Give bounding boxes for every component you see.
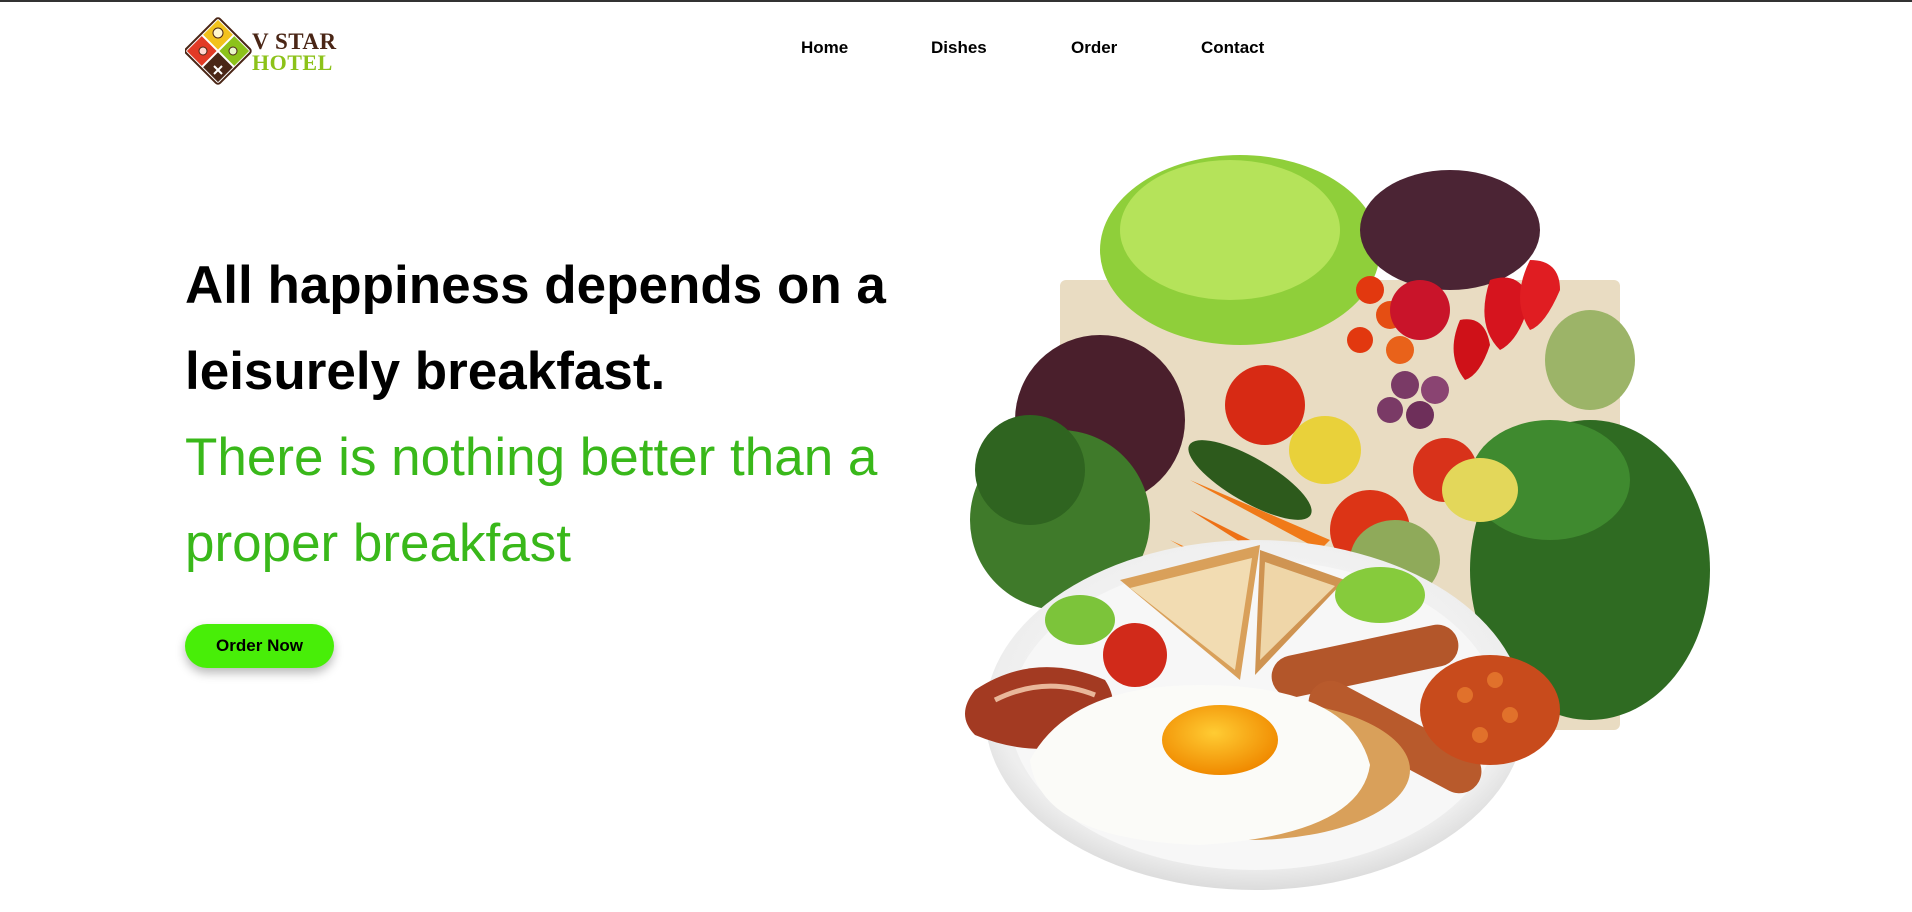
nav-home[interactable]: Home	[801, 38, 848, 58]
brand-subname: HOTEL	[252, 50, 333, 75]
brand-logo[interactable]: V STAR HOTEL	[185, 16, 345, 86]
top-border	[0, 0, 1912, 2]
brand-name: V STAR	[252, 29, 337, 54]
brand-wordmark: V STAR HOTEL	[252, 29, 337, 75]
logo-icon	[185, 17, 252, 85]
breakfast-image	[965, 155, 1710, 890]
nav-order[interactable]: Order	[1071, 38, 1117, 58]
hero-title: All happiness depends on a leisurely bre…	[185, 256, 886, 401]
hero-subtitle: There is nothing better than a proper br…	[185, 428, 878, 573]
nav-contact[interactable]: Contact	[1201, 38, 1264, 58]
nav-dishes[interactable]: Dishes	[931, 38, 987, 58]
order-now-button[interactable]: Order Now	[185, 624, 334, 668]
